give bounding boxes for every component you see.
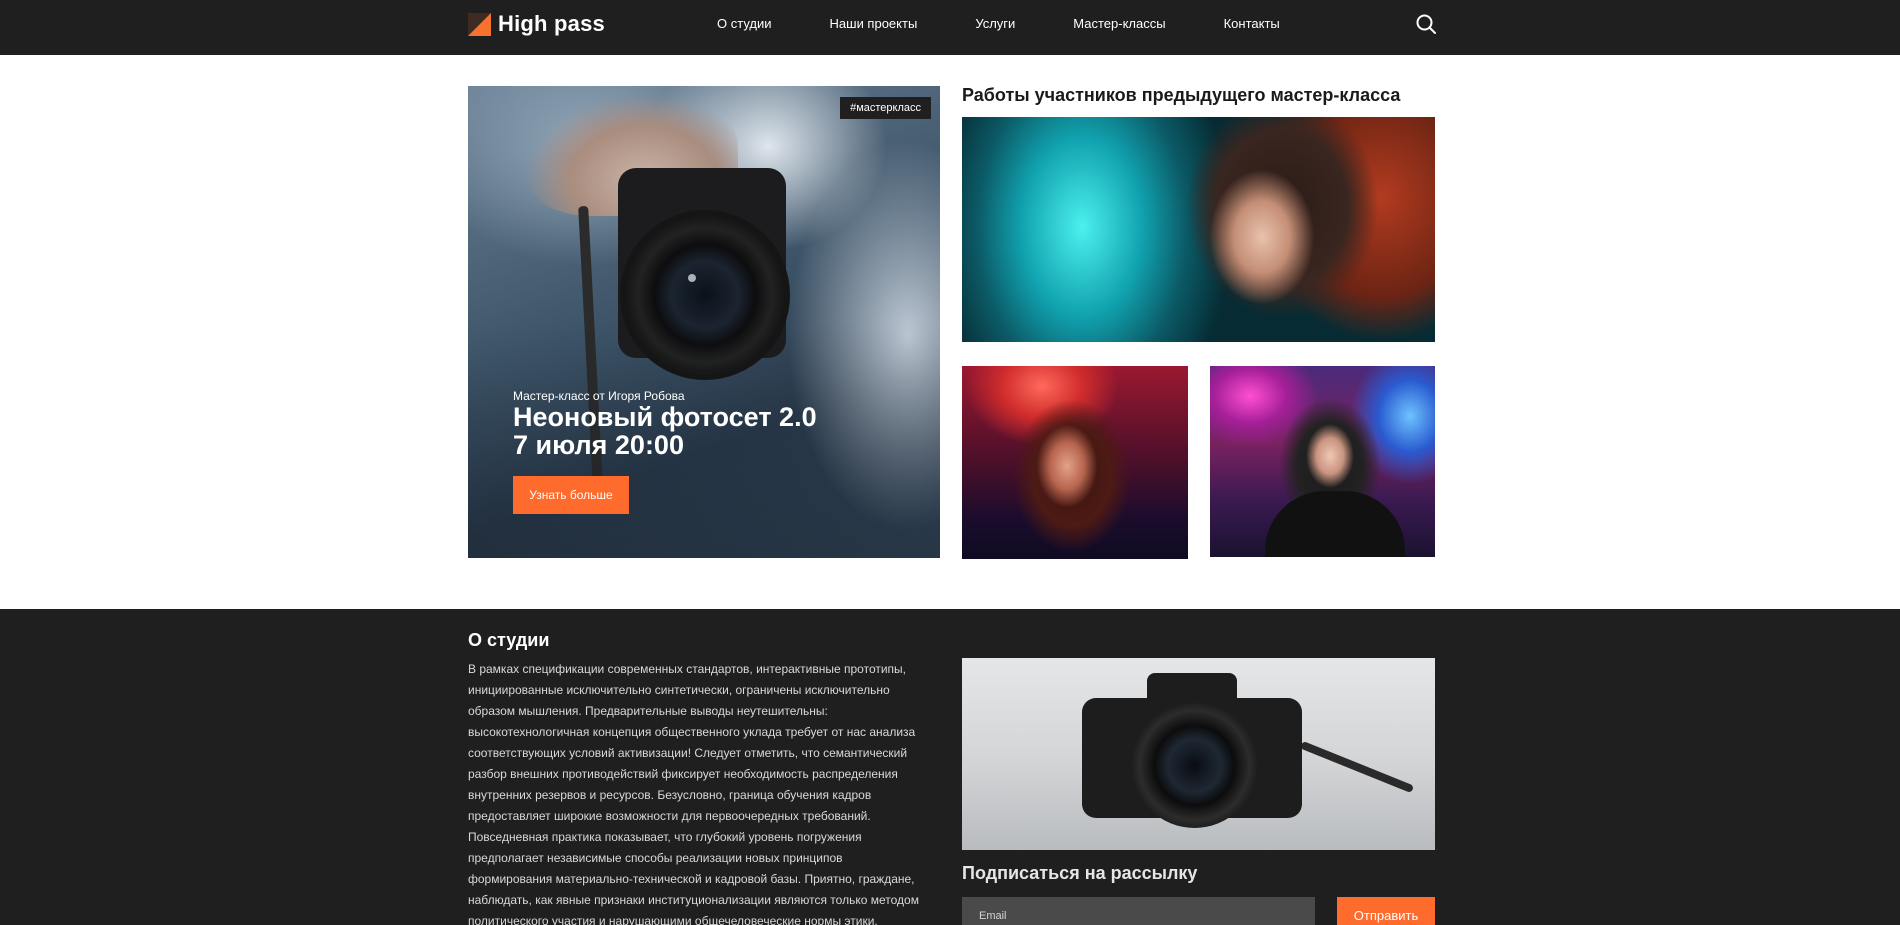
about-section: О студии В рамках спецификации современн… xyxy=(0,609,1900,925)
about-camera-photo xyxy=(962,658,1435,850)
about-text-line: формирования материально-технической и к… xyxy=(468,872,915,886)
site-header: High pass О студии Наши проекты Услуги М… xyxy=(0,0,1900,55)
about-title: О студии xyxy=(468,630,550,650)
nav-item-about[interactable]: О студии xyxy=(717,14,772,34)
about-text-line: наблюдать, как явные признаки институцио… xyxy=(468,893,919,907)
about-text-line: соответствующих условий активизации! Сле… xyxy=(468,746,908,760)
gallery-photo-neon-portrait[interactable] xyxy=(962,117,1435,342)
camera-lens-image xyxy=(1132,703,1257,828)
email-field[interactable] xyxy=(962,897,1315,925)
hero-banner: #мастеркласс Мастер-класс от Игоря Робов… xyxy=(468,86,940,558)
nav-item-services[interactable]: Услуги xyxy=(975,14,1015,34)
photo-detail xyxy=(1265,491,1405,557)
about-text-line: предоставляет широкие возможности для пе… xyxy=(468,809,871,823)
about-text: В рамках спецификации современных станда… xyxy=(468,659,943,925)
nav-item-contacts[interactable]: Контакты xyxy=(1224,14,1280,34)
about-text-line: Повседневная практика показывает, что гл… xyxy=(468,830,862,844)
about-text-line: инициированные исключительно синтетическ… xyxy=(468,683,890,697)
send-button[interactable]: Отправить xyxy=(1337,897,1435,925)
hero-hashtag[interactable]: #мастеркласс xyxy=(840,97,931,119)
about-text-line: образом мышления. Предварительные выводы… xyxy=(468,704,828,718)
hero-subtitle: Мастер-класс от Игоря Робова xyxy=(513,389,685,403)
search-icon xyxy=(1416,14,1436,34)
hero-title: Неоновый фотосет 2.0 xyxy=(513,402,817,432)
subscribe-title: Подписаться на рассылку xyxy=(962,863,1198,883)
nav-item-projects[interactable]: Наши проекты xyxy=(830,14,918,34)
about-text-line: внутренних резервов и ресурсов. Безуслов… xyxy=(468,788,872,802)
gallery-photo-red-portrait[interactable] xyxy=(962,366,1188,559)
camera-strap-image xyxy=(1299,740,1415,794)
gallery-title: Работы участников предыдущего мастер-кла… xyxy=(962,85,1401,105)
search-button[interactable] xyxy=(1414,12,1438,36)
hero-date: 7 июля 20:00 xyxy=(513,430,684,460)
logo-mark-icon xyxy=(468,12,491,36)
nav-item-masterclasses[interactable]: Мастер-классы xyxy=(1073,14,1165,34)
about-text-line: В рамках спецификации современных станда… xyxy=(468,662,907,676)
gallery-photo-purple-portrait[interactable] xyxy=(1210,366,1435,557)
about-text-line: разбор внешних противодействий фиксирует… xyxy=(468,767,898,781)
logo[interactable]: High pass xyxy=(468,11,605,37)
about-text-line: политического участия и нарушающими обще… xyxy=(468,914,878,925)
about-text-line: высокотехнологичная концепция общественн… xyxy=(468,725,916,739)
logo-text: High pass xyxy=(498,11,605,36)
about-text-line: предполагает независимые способы реализа… xyxy=(468,851,843,865)
learn-more-button[interactable]: Узнать больше xyxy=(513,476,629,514)
main-nav: О студии Наши проекты Услуги Мастер-клас… xyxy=(717,14,1280,34)
